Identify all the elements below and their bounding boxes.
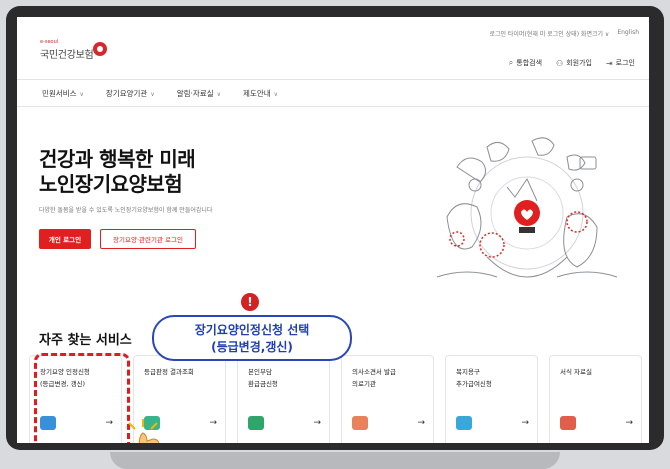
card-label: 의사소견서 발급 의료기관	[352, 368, 396, 388]
hero-title: 건강과 행복한 미래 노인장기요양보험	[39, 147, 196, 197]
hero-illustration	[436, 137, 618, 278]
logo-mark-icon	[93, 42, 107, 56]
login-timer-link[interactable]: 로그인 타이머(현재 미 로그인 상태) 화면크기 ∨	[489, 29, 609, 38]
header-actions: ⌕ 통합검색 ⚇ 회원가입 ⇥ 로그인	[509, 58, 635, 68]
nav-label: 제도안내	[243, 88, 271, 98]
highlight-dashed-box	[34, 353, 130, 443]
signup-label: 회원가입	[566, 59, 592, 67]
callout-line2: (등급변경,갱신)	[211, 340, 293, 354]
chevron-down-icon: ∨	[273, 90, 279, 98]
login-label: 로그인	[615, 59, 635, 67]
arrow-right-icon: →	[209, 418, 217, 428]
card-label: 복지용구 추가급여신청	[456, 368, 492, 388]
service-card-medical-opinion[interactable]: 의사소견서 발급 의료기관 →	[341, 355, 434, 443]
logo-small-text: e-seoul	[40, 39, 59, 45]
login-button[interactable]: ⇥ 로그인	[606, 58, 635, 68]
chevron-down-icon: ∨	[79, 90, 84, 98]
card-label: 서식 자료실	[560, 368, 592, 376]
bed-icon	[456, 416, 472, 430]
service-card-forms[interactable]: 서식 자료실 →	[549, 355, 642, 443]
arrow-right-icon: →	[521, 418, 529, 428]
utility-bar: 로그인 타이머(현재 미 로그인 상태) 화면크기 ∨ English	[489, 29, 639, 38]
nav-item-system-guide[interactable]: 제도안내 ∨	[243, 88, 278, 99]
nav-item-civil-service[interactable]: 민원서비스 ∨	[42, 88, 84, 99]
chevron-down-icon: ∨	[150, 90, 155, 98]
instruction-callout: 장기요양인정신청 선택 (등급변경,갱신)	[152, 315, 352, 361]
arrow-right-icon: →	[417, 418, 425, 428]
institution-login-button[interactable]: 장기요양·관련기관 로그인	[100, 229, 196, 249]
nav-label: 민원서비스	[42, 88, 77, 98]
card-label: 등급판정 결과조회	[144, 368, 194, 376]
pointing-hand-icon	[128, 419, 160, 443]
callout-line1: 장기요양인정신청 선택	[194, 323, 310, 337]
hero-title-line2: 노인장기요양보험	[39, 172, 183, 196]
card-label: 본인부담 환급금신청	[248, 368, 278, 388]
signup-button[interactable]: ⚇ 회원가입	[556, 58, 592, 68]
nav-label: 장기요양기관	[105, 88, 148, 98]
nav-label: 알림·자료실	[176, 88, 214, 98]
main-nav: 민원서비스 ∨ 장기요양기관 ∨ 알림·자료실 ∨ 제도안내 ∨	[17, 79, 649, 107]
alert-icon: !	[241, 293, 259, 311]
folder-icon	[560, 416, 576, 430]
service-card-welfare-equipment[interactable]: 복지용구 추가급여신청 →	[445, 355, 538, 443]
arrow-right-icon: →	[625, 418, 633, 428]
english-link[interactable]: English	[617, 29, 639, 38]
money-icon	[248, 416, 264, 430]
monitor-stand	[110, 452, 560, 469]
search-label: 통합검색	[516, 59, 543, 67]
service-card-refund[interactable]: 본인부담 환급금신청 →	[237, 355, 330, 443]
personal-login-button[interactable]: 개인 로그인	[39, 229, 91, 249]
chevron-down-icon: ∨	[216, 90, 222, 98]
nav-item-care-institutions[interactable]: 장기요양기관 ∨	[106, 88, 155, 99]
site-logo[interactable]: e-seoul 국민건강보험	[40, 39, 107, 61]
logo-name: 국민건강보험	[40, 50, 94, 61]
section-title: 자주 찾는 서비스	[39, 333, 132, 348]
arrow-right-icon: →	[313, 418, 321, 428]
search-button[interactable]: ⌕ 통합검색	[509, 58, 542, 68]
nav-item-notices[interactable]: 알림·자료실 ∨	[177, 88, 221, 99]
login-icon: ⇥	[605, 58, 613, 68]
medical-kit-icon	[352, 416, 368, 430]
hero-subtitle: 다양한 돌봄을 받을 수 있도록 노인장기요양보험이 함께 만들어갑니다	[39, 207, 213, 214]
search-icon: ⌕	[508, 58, 514, 67]
browser-screen: 로그인 타이머(현재 미 로그인 상태) 화면크기 ∨ English e-se…	[17, 17, 649, 443]
hero-title-line1: 건강과 행복한 미래	[39, 147, 196, 171]
user-plus-icon: ⚇	[556, 58, 564, 68]
